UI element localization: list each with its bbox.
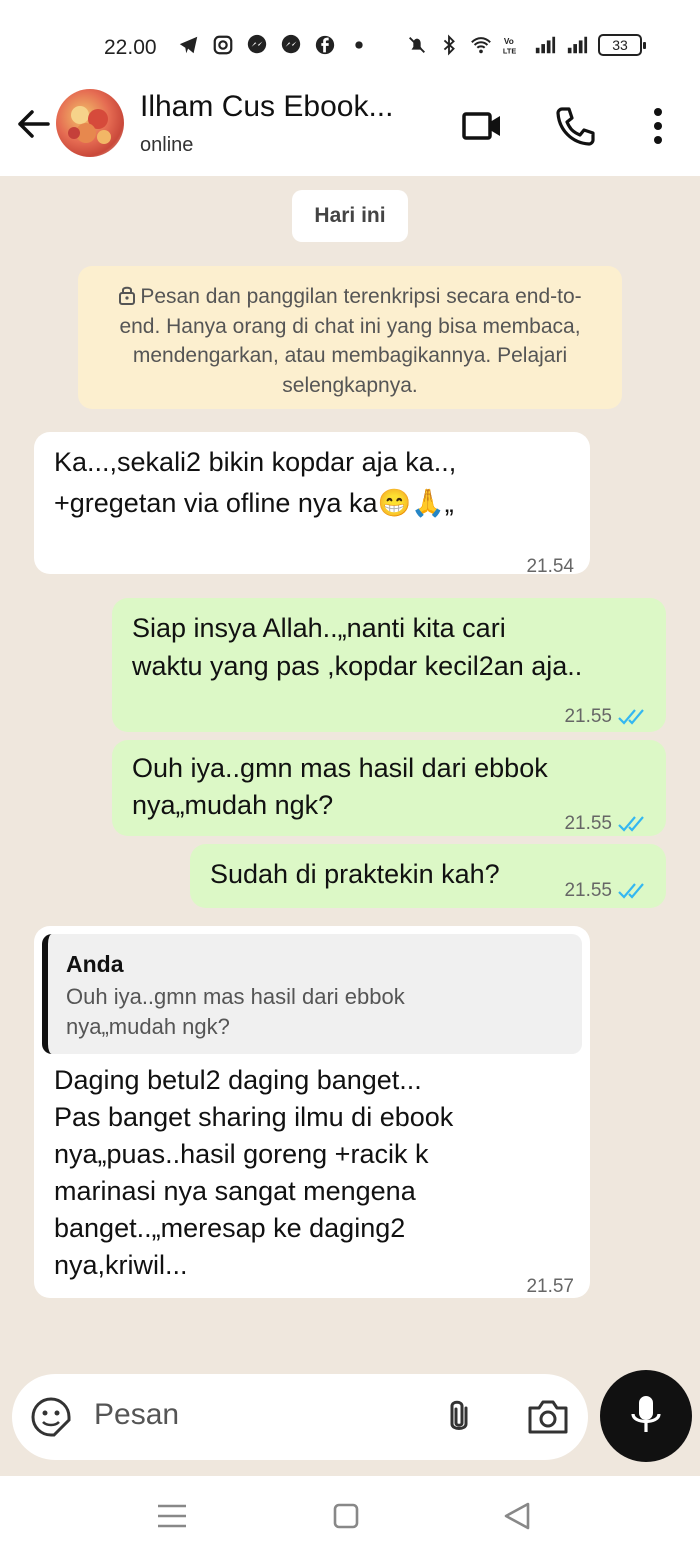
message-bubble-incoming[interactable]: Ka...,sekali2 bikin kopdar aja ka.., +gr… xyxy=(34,432,590,577)
dot-icon xyxy=(355,41,363,49)
message-input[interactable]: Pesan xyxy=(94,1398,179,1432)
message-line: Pas banget sharing ilmu di ebook xyxy=(54,1102,454,1132)
more-vert-icon[interactable] xyxy=(636,104,680,148)
message-bubble-outgoing[interactable]: Siap insya Allah..„nanti kita cari waktu… xyxy=(112,598,666,732)
message-time: 21.55 xyxy=(564,698,650,735)
message-line: marinasi nya sangat mengena xyxy=(54,1176,416,1206)
volte-icon: VoLTE xyxy=(503,37,516,55)
facebook-icon xyxy=(315,35,335,55)
message-time: 21.57 xyxy=(526,1276,574,1297)
quoted-author: Anda xyxy=(66,951,124,977)
battery-level: 33 xyxy=(612,37,628,53)
message-line: Ka...,sekali2 bikin kopdar aja ka.., xyxy=(54,447,457,477)
message-bubble-outgoing[interactable]: Ouh iya..gmn mas hasil dari ebbok nya„mu… xyxy=(112,740,666,836)
message-bubble-outgoing[interactable]: Sudah di praktekin kah? 21.55 xyxy=(190,844,666,908)
quoted-line: Ouh iya..gmn mas hasil dari ebbok xyxy=(66,984,405,1009)
message-line: nya„puas..hasil goreng +racik k xyxy=(54,1139,429,1169)
message-line: +gregetan via ofline nya ka😁🙏„ xyxy=(54,488,454,518)
message-line: nya,kriwil... xyxy=(54,1250,188,1280)
message-line: Ouh iya..gmn mas hasil dari ebbok xyxy=(132,753,548,783)
chat-header: Ilham Cus Ebook... online xyxy=(0,80,700,176)
lock-icon xyxy=(119,286,136,305)
status-bar: 22.00 Vo LTE 33 xyxy=(0,0,700,90)
back-nav-icon[interactable] xyxy=(498,1498,538,1534)
video-call-icon[interactable] xyxy=(460,104,504,148)
quoted-message[interactable]: Anda Ouh iya..gmn mas hasil dari ebbok n… xyxy=(42,934,582,1054)
encryption-notice-text: Pesan dan panggilan terenkripsi secara e… xyxy=(119,285,582,397)
message-line: Daging betul2 daging banget... xyxy=(54,1065,422,1095)
contact-status: online xyxy=(140,134,194,156)
day-separator: Hari ini xyxy=(292,190,408,242)
message-line: waktu yang pas ,kopdar kecil2an aja.. xyxy=(132,651,583,681)
svg-text:Vo: Vo xyxy=(504,37,514,46)
avatar[interactable] xyxy=(56,89,124,157)
quoted-text: Ouh iya..gmn mas hasil dari ebbok nya„mu… xyxy=(66,982,566,1042)
svg-text:LTE: LTE xyxy=(503,46,516,55)
instagram-icon xyxy=(213,35,233,55)
read-receipt-icon xyxy=(618,882,644,899)
message-line: banget..„meresap ke daging2 xyxy=(54,1213,406,1243)
sticker-icon[interactable] xyxy=(30,1396,72,1438)
notification-icons xyxy=(178,34,370,56)
contact-name[interactable]: Ilham Cus Ebook... xyxy=(140,90,393,124)
wifi-icon xyxy=(471,37,491,54)
message-body: Daging betul2 daging banget... Pas bange… xyxy=(54,1062,453,1284)
status-time: 22.00 xyxy=(104,36,157,59)
quoted-line: nya„mudah ngk? xyxy=(66,1014,230,1039)
message-time: 21.55 xyxy=(564,805,650,842)
recents-icon[interactable] xyxy=(152,1498,192,1534)
read-receipt-icon xyxy=(618,815,644,832)
chat-area[interactable]: Hari ini Pesan dan panggilan terenkripsi… xyxy=(0,176,700,1476)
message-line: Sudah di praktekin kah? xyxy=(210,859,500,889)
read-receipt-icon xyxy=(618,708,644,725)
mic-icon xyxy=(631,1396,661,1432)
message-bubble-incoming[interactable]: Anda Ouh iya..gmn mas hasil dari ebbok n… xyxy=(34,926,590,1298)
mic-button[interactable] xyxy=(600,1370,692,1462)
home-icon[interactable] xyxy=(326,1498,366,1534)
message-line: Siap insya Allah..„nanti kita cari xyxy=(132,613,506,643)
signal-icon xyxy=(567,36,588,54)
message-time: 21.55 xyxy=(564,872,650,909)
messenger-icon xyxy=(281,34,301,54)
messenger-icon xyxy=(247,34,267,54)
message-input-bar[interactable]: Pesan xyxy=(12,1374,588,1460)
camera-icon[interactable] xyxy=(526,1396,570,1438)
telegram-icon xyxy=(179,36,198,54)
attach-icon[interactable] xyxy=(438,1396,480,1438)
encryption-notice[interactable]: Pesan dan panggilan terenkripsi secara e… xyxy=(78,266,622,409)
back-arrow-icon[interactable] xyxy=(14,104,54,144)
message-time: 21.54 xyxy=(526,556,574,577)
bluetooth-icon xyxy=(443,34,455,56)
system-nav-bar xyxy=(0,1476,700,1556)
system-icons: Vo LTE 33 xyxy=(406,34,646,56)
message-line: nya„mudah ngk? xyxy=(132,790,334,820)
voice-call-icon[interactable] xyxy=(553,104,597,148)
signal-icon xyxy=(535,36,556,54)
mute-icon xyxy=(409,37,425,53)
battery-icon: 33 xyxy=(598,34,646,56)
